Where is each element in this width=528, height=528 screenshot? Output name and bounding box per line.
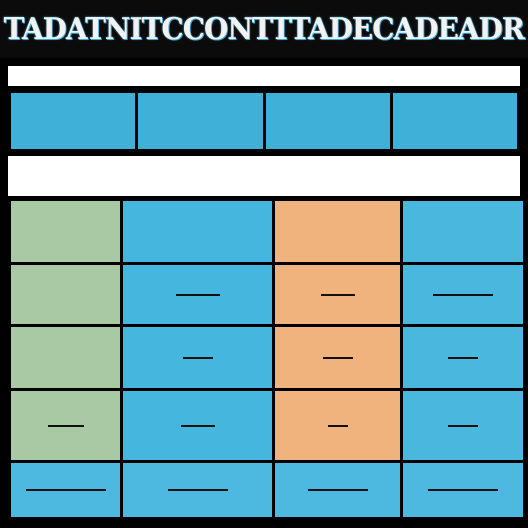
column-heading-1 (11, 201, 123, 265)
column-heading-4 (403, 201, 523, 265)
table-cell (123, 391, 275, 463)
cell-mark (25, 489, 106, 491)
page-title: TADATNITCCONTTTADECADEADR (3, 11, 525, 47)
cell-mark (47, 424, 84, 427)
cell-mark (180, 424, 215, 427)
table-cell (403, 327, 523, 391)
table-cell (403, 265, 523, 327)
table-cell (11, 327, 123, 391)
table-cell (123, 327, 275, 391)
column-heading-2 (123, 201, 275, 265)
table-cell (403, 463, 523, 517)
cell-mark (307, 489, 368, 491)
cell-mark (448, 424, 478, 427)
column-heading-3 (275, 201, 403, 265)
header-cell-3 (265, 93, 393, 149)
header-cell-4 (392, 93, 517, 149)
table-cell (275, 265, 403, 327)
table-cell (11, 265, 123, 327)
cell-mark (322, 356, 353, 359)
table-cell (275, 327, 403, 391)
cell-mark (320, 293, 355, 296)
cell-mark (428, 489, 498, 491)
table-cell (11, 391, 123, 463)
table-cell (275, 463, 403, 517)
header-cell-2 (138, 93, 266, 149)
title-bar: TADATNITCCONTTTADECADEADR (0, 0, 528, 62)
cell-mark (175, 293, 220, 296)
cell-mark (433, 293, 493, 296)
cell-mark (167, 489, 228, 491)
table-cell (275, 391, 403, 463)
cell-mark (182, 356, 213, 359)
table-cell (123, 463, 275, 517)
table-cell (11, 463, 123, 517)
header-row (8, 90, 520, 152)
header-cell-1 (11, 93, 139, 149)
table-cell (403, 391, 523, 463)
comparison-table (8, 198, 523, 517)
cell-mark (327, 424, 348, 427)
table-cell (123, 265, 275, 327)
cell-mark (448, 356, 478, 359)
divider-band-top (8, 66, 520, 86)
divider-band-middle (8, 156, 520, 196)
